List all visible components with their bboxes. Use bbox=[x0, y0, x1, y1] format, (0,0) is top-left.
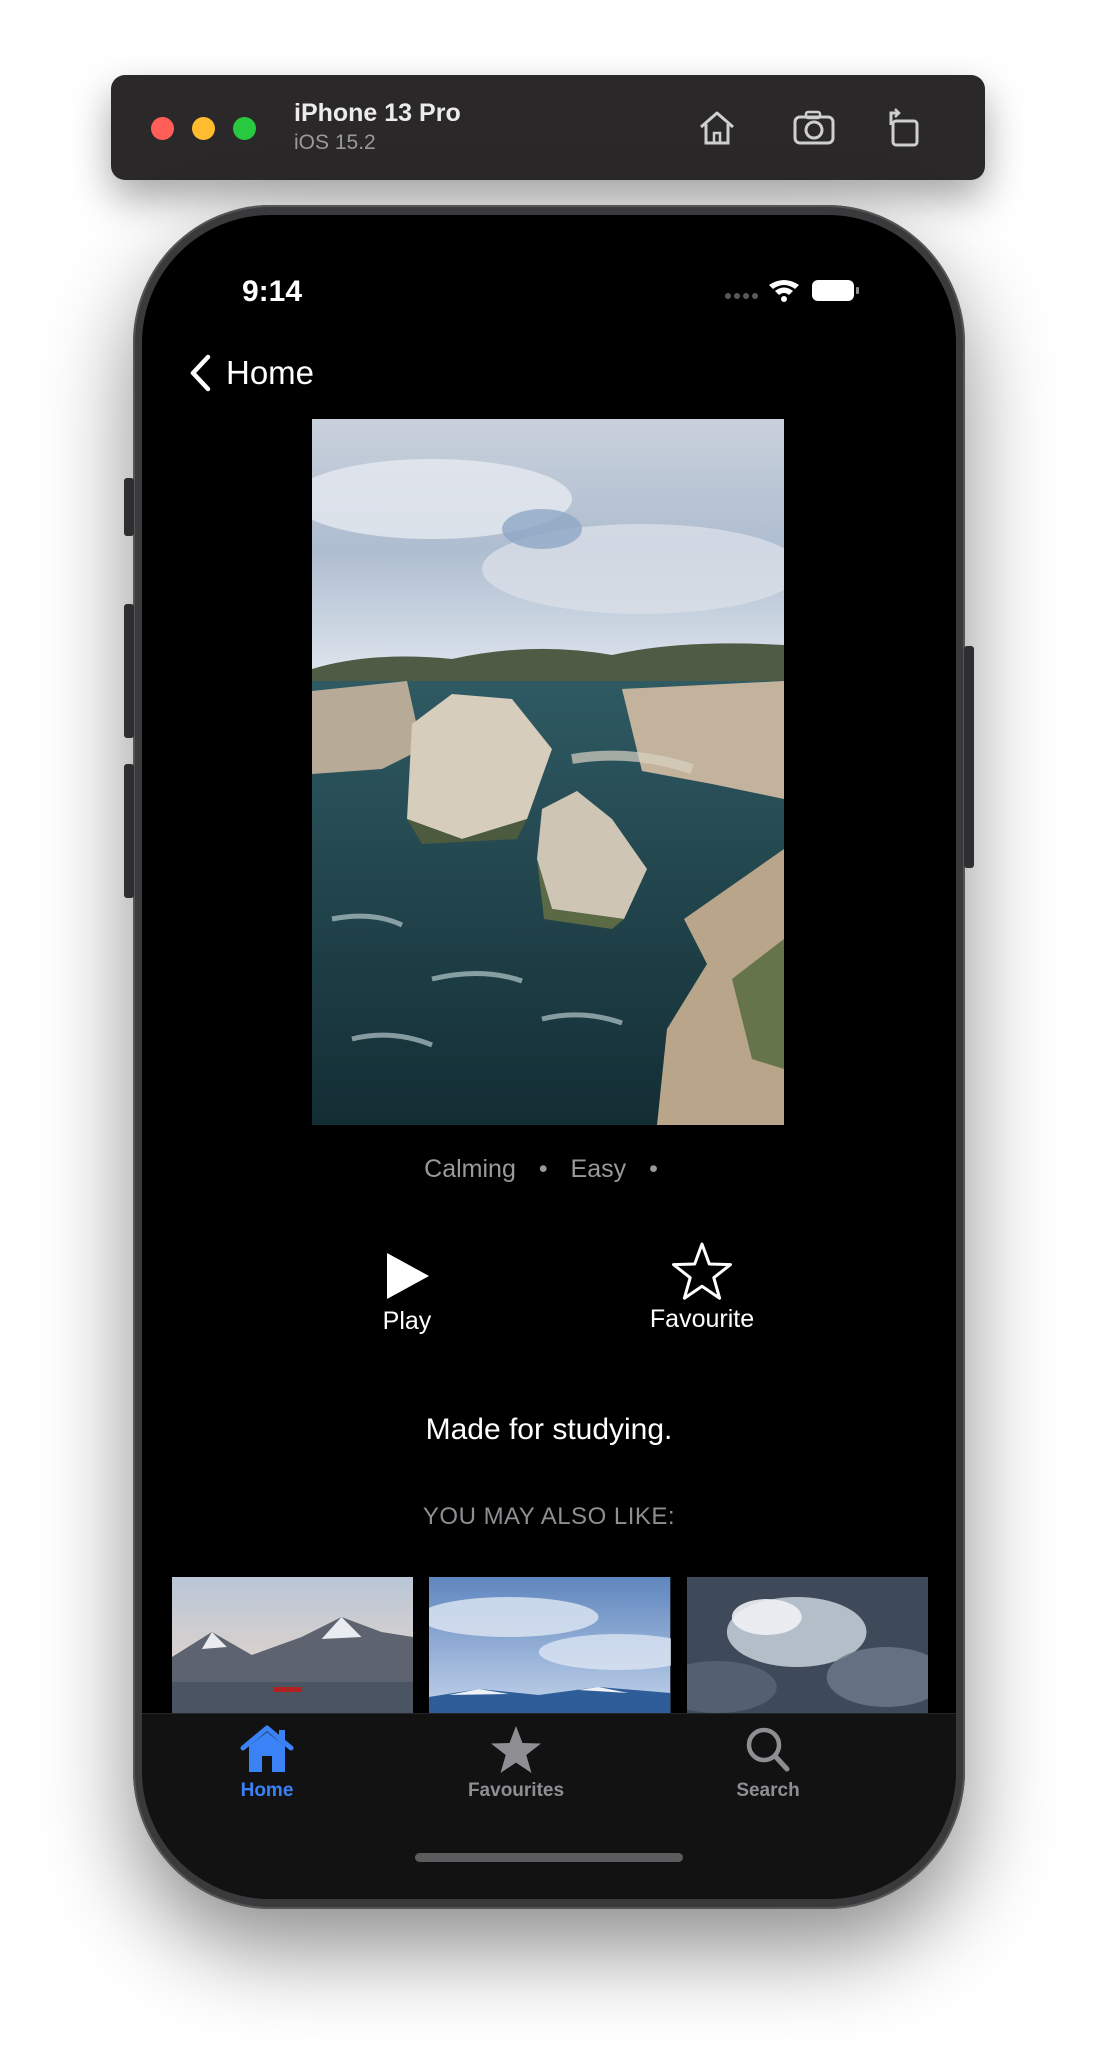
tab-bar: Home Favourites Search bbox=[142, 1713, 956, 1899]
silent-switch bbox=[124, 478, 134, 536]
play-label: Play bbox=[382, 1307, 432, 1335]
tab-label: Search bbox=[736, 1780, 800, 1801]
wifi-icon bbox=[769, 280, 799, 302]
zoom-window-button[interactable] bbox=[233, 117, 256, 140]
recommendation-thumbnail[interactable] bbox=[429, 1577, 671, 1713]
chevron-left-icon bbox=[190, 354, 211, 392]
home-icon[interactable] bbox=[694, 105, 740, 151]
recommendations-row bbox=[172, 1577, 928, 1713]
phone-screen: 9:14 Home Calming • Easy • Play Favourit… bbox=[142, 215, 956, 1899]
status-icons bbox=[725, 280, 859, 302]
tags-row: Calming • Easy • bbox=[142, 1155, 956, 1184]
star-icon bbox=[491, 1726, 541, 1773]
recommendation-thumbnail[interactable] bbox=[172, 1577, 414, 1713]
house-icon bbox=[240, 1725, 294, 1772]
play-icon bbox=[387, 1253, 429, 1299]
description: Made for studying. bbox=[425, 1413, 673, 1446]
volume-up-button bbox=[124, 604, 134, 738]
play-button[interactable]: Play bbox=[362, 1251, 452, 1336]
favourite-label: Favourite bbox=[649, 1305, 755, 1333]
screenshot-icon[interactable] bbox=[791, 105, 837, 151]
volume-down-button bbox=[124, 764, 134, 898]
home-indicator[interactable] bbox=[415, 1853, 683, 1862]
minimize-window-button[interactable] bbox=[192, 117, 215, 140]
recommendation-thumbnail[interactable] bbox=[686, 1577, 928, 1713]
star-outline-icon bbox=[672, 1242, 732, 1300]
tag-easy: Easy bbox=[570, 1155, 627, 1183]
tab-label: Favourites bbox=[467, 1780, 565, 1801]
back-label: Home bbox=[226, 354, 315, 391]
tag-calming: Calming bbox=[424, 1155, 516, 1183]
tag-separator: • bbox=[538, 1155, 548, 1183]
back-button[interactable]: Home bbox=[188, 351, 314, 395]
hero-image bbox=[312, 419, 784, 1125]
simulator-title-bar: iPhone 13 Pro iOS 15.2 bbox=[111, 75, 985, 180]
battery-icon bbox=[812, 280, 859, 301]
tab-home[interactable]: Home bbox=[167, 1724, 367, 1802]
tag-separator: • bbox=[649, 1155, 658, 1183]
tab-favourites[interactable]: Favourites bbox=[416, 1724, 616, 1802]
rotate-icon[interactable] bbox=[881, 105, 927, 151]
close-window-button[interactable] bbox=[151, 117, 174, 140]
tab-label: Home bbox=[240, 1780, 294, 1801]
device-name: iPhone 13 Pro bbox=[294, 99, 461, 127]
cellular-icon bbox=[725, 293, 758, 299]
tab-search[interactable]: Search bbox=[668, 1724, 868, 1802]
os-version: iOS 15.2 bbox=[294, 131, 376, 154]
recommendations-heading: YOU MAY ALSO LIKE: bbox=[422, 1503, 676, 1530]
magnifier-icon bbox=[746, 1727, 790, 1772]
favourite-button[interactable]: Favourite bbox=[602, 1242, 802, 1334]
status-time: 9:14 bbox=[242, 275, 303, 308]
power-button bbox=[964, 646, 974, 868]
